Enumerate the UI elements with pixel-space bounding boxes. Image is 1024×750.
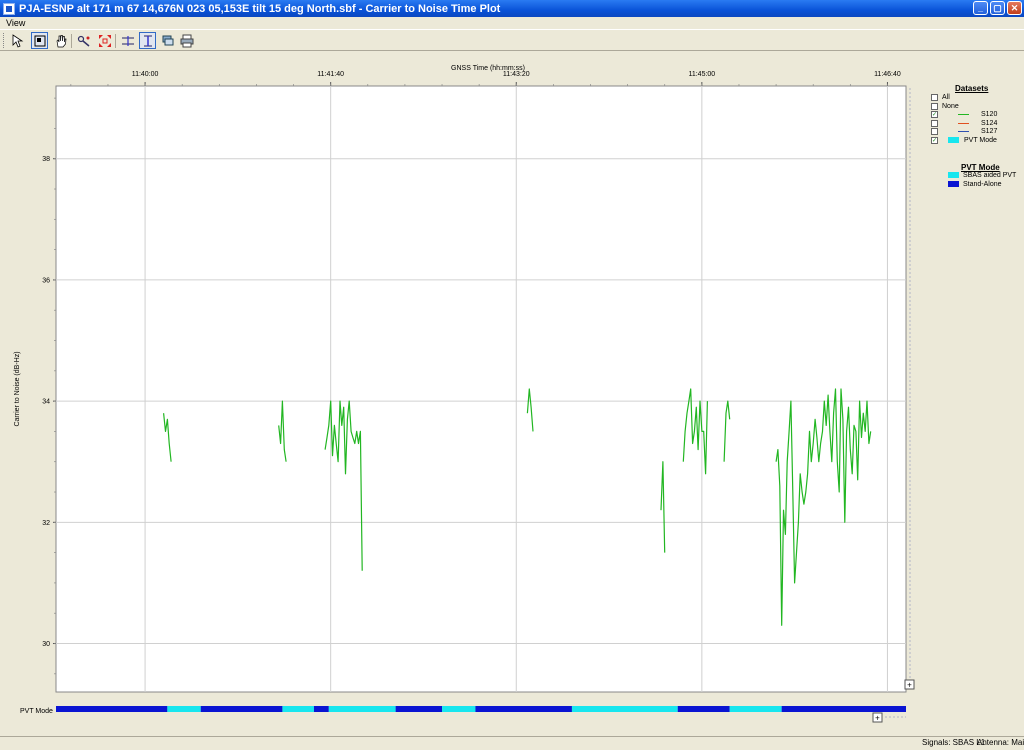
toolbar-separator <box>115 34 116 48</box>
pvt-interval <box>475 706 572 712</box>
legend-label: All <box>942 94 950 101</box>
signals-status: Signals: SBAS L1 <box>922 738 986 747</box>
legend-checkbox[interactable] <box>931 119 938 127</box>
x-tick-label: 11:45:00 <box>688 71 715 78</box>
pvt-interval <box>200 706 283 712</box>
y-axis: 30 32 34 36 38 <box>42 97 56 675</box>
pvt-interval <box>781 706 906 712</box>
x-tick-label: 11:40:00 <box>132 71 159 78</box>
toolbar-grip[interactable] <box>3 33 7 48</box>
y-tick-label: 36 <box>42 277 50 284</box>
pvt-color-swatch <box>948 180 959 187</box>
legend-label: None <box>942 102 959 110</box>
maximize-button[interactable]: ▢ <box>990 1 1005 15</box>
pvt-interval <box>729 706 782 712</box>
plot-area[interactable] <box>55 85 907 693</box>
app-icon <box>3 2 15 15</box>
y-axis-title: Carrier to Noise (dB-Hz) <box>14 351 21 426</box>
close-button[interactable]: ✕ <box>1007 1 1022 15</box>
legend-checkbox[interactable]: ✓ <box>931 137 938 144</box>
minimize-button[interactable]: _ <box>973 1 988 15</box>
y-tick-label: 30 <box>42 641 50 648</box>
pvt-interval <box>677 706 730 712</box>
print-icon[interactable] <box>178 32 195 49</box>
svg-text:+: + <box>907 681 912 690</box>
legend-line-swatch <box>958 122 969 124</box>
y-tick-label: 32 <box>42 520 50 527</box>
zoom-box-icon[interactable] <box>31 32 48 49</box>
pvt-interval <box>167 706 201 712</box>
toolbar <box>0 29 1024 51</box>
layers-icon[interactable] <box>159 32 176 49</box>
legend-label: S127 <box>981 128 998 136</box>
status-bar: Signals: SBAS L1 Antenna: Main <box>0 736 1024 750</box>
legend-checkbox[interactable] <box>931 128 938 136</box>
legend-label: S124 <box>981 119 998 127</box>
pvt-interval <box>56 706 168 712</box>
pvt-interval <box>395 706 443 712</box>
legend-line-swatch <box>958 114 969 116</box>
pvt-interval <box>328 706 396 712</box>
pvt-color-swatch <box>948 172 959 178</box>
legend-item-pvt-mode[interactable]: ✓ PVT Mode <box>928 137 1018 146</box>
pvt-legend-label: SBAS aided PVT <box>963 172 1017 179</box>
x-tick-label: 11:41:40 <box>317 71 344 78</box>
menu-view[interactable]: View <box>6 17 25 29</box>
legend-color-swatch <box>948 137 959 143</box>
svg-text:+: + <box>875 714 880 723</box>
measure-icon[interactable] <box>75 32 92 49</box>
y-tick-label: 34 <box>42 399 50 406</box>
datasets-title: Datasets <box>955 84 989 93</box>
legend-checkbox[interactable]: ✓ <box>931 111 938 119</box>
pvt-interval <box>571 706 678 712</box>
pvt-interval <box>442 706 476 712</box>
pvt-mode-row <box>56 706 906 712</box>
legend-checkbox[interactable] <box>931 102 938 110</box>
window-controls: _ ▢ ✕ <box>973 1 1022 15</box>
y-tick-label: 38 <box>42 156 50 163</box>
horizontal-cursor-icon[interactable] <box>119 32 136 49</box>
legend-label: S120 <box>981 111 998 119</box>
x-axis: 11:40:00 11:41:40 11:43:20 11:45:00 11:46:40 <box>70 71 901 86</box>
vertical-expand-button[interactable]: + <box>904 679 915 690</box>
x-axis-title: GNSS Time (hh:mm:ss) <box>451 65 525 72</box>
pointer-icon[interactable] <box>9 32 26 49</box>
x-tick-label: 11:46:40 <box>874 71 901 78</box>
window-title: PJA-ESNP alt 171 m 67 14,676N 023 05,153… <box>19 2 501 15</box>
legend-label: PVT Mode <box>964 137 997 144</box>
vertical-cursor-icon[interactable] <box>139 32 156 49</box>
horizontal-expand-button[interactable]: + <box>872 712 883 723</box>
pvt-interval <box>313 706 329 712</box>
pvt-legend-item: Stand-Alone <box>928 180 1018 190</box>
antenna-status: Antenna: Main <box>977 738 1024 747</box>
pvt-legend-label: Stand-Alone <box>963 180 1002 188</box>
zoom-fit-icon[interactable] <box>96 32 113 49</box>
pvt-interval <box>282 706 314 712</box>
pan-hand-icon[interactable] <box>52 32 69 49</box>
x-tick-label: 11:43:20 <box>503 71 530 78</box>
toolbar-separator <box>71 34 72 48</box>
cn0-time-plot[interactable]: 11:40:00 11:41:40 11:43:20 11:45:00 11:46:40… <box>0 52 1024 736</box>
pvt-legend-title: PVT Mode <box>961 163 1000 172</box>
legend-line-swatch <box>958 131 969 133</box>
title-bar: PJA-ESNP alt 171 m 67 14,676N 023 05,153… <box>0 0 1024 17</box>
pvt-row-label: PVT Mode <box>20 708 53 715</box>
menu-bar: View <box>0 17 1024 29</box>
legend-checkbox[interactable] <box>931 94 938 101</box>
